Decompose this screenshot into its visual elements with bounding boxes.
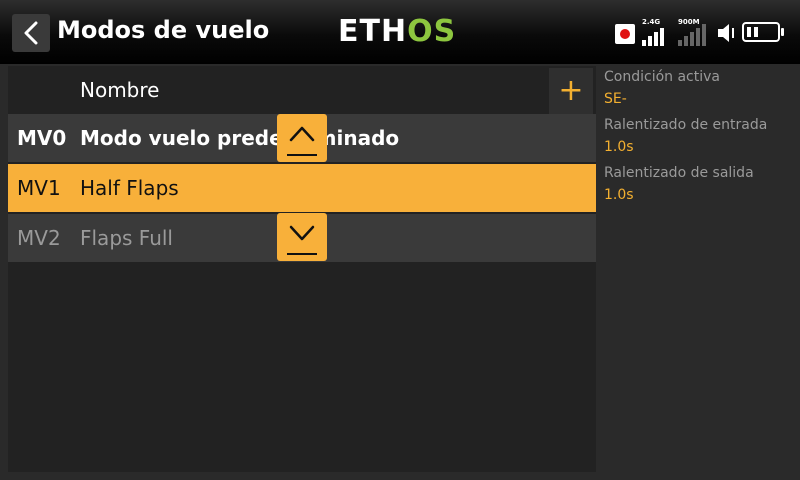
signal-900m-icon: 900M bbox=[676, 18, 706, 46]
chevron-up-icon bbox=[289, 126, 315, 142]
active-condition-label: Condición activa bbox=[604, 69, 720, 85]
back-button[interactable] bbox=[12, 14, 50, 52]
fade-in-label: Ralentizado de entrada bbox=[604, 117, 768, 133]
ethos-logo: ETHOS bbox=[338, 14, 457, 49]
top-bar: Modos de vuelo ETHOS 2.4G 900M bbox=[0, 0, 800, 64]
move-up-button[interactable] bbox=[277, 114, 327, 162]
list-header: Nombre + bbox=[8, 66, 596, 114]
flight-mode-name: Half Flaps bbox=[80, 176, 179, 200]
flight-mode-row-selected[interactable]: MV1 Half Flaps bbox=[8, 164, 596, 212]
page-title: Modos de vuelo bbox=[57, 16, 270, 44]
flight-mode-name: Modo vuelo predeterminado bbox=[80, 126, 400, 150]
flight-mode-id: MV0 bbox=[17, 126, 67, 150]
add-flight-mode-button[interactable]: + bbox=[549, 68, 593, 114]
flight-mode-id: MV1 bbox=[17, 176, 61, 200]
status-bar: 2.4G 900M bbox=[612, 14, 792, 50]
flight-mode-id: MV2 bbox=[17, 226, 61, 250]
active-condition-value[interactable]: SE- bbox=[604, 88, 794, 114]
move-down-button[interactable] bbox=[277, 213, 327, 261]
signal-2g4-icon: 2.4G bbox=[640, 18, 670, 46]
battery-icon bbox=[742, 22, 784, 42]
chevron-down-icon bbox=[289, 225, 315, 241]
fade-out-value[interactable]: 1.0s bbox=[604, 184, 794, 210]
flight-mode-name: Flaps Full bbox=[80, 226, 173, 250]
flight-mode-details: Condición activa SE- Ralentizado de entr… bbox=[604, 66, 794, 210]
fade-out-label: Ralentizado de salida bbox=[604, 165, 754, 181]
column-header-name: Nombre bbox=[80, 78, 160, 102]
volume-icon[interactable] bbox=[716, 22, 740, 44]
chevron-left-icon bbox=[24, 21, 38, 45]
fade-in-value[interactable]: 1.0s bbox=[604, 136, 794, 162]
record-icon[interactable] bbox=[615, 24, 635, 44]
